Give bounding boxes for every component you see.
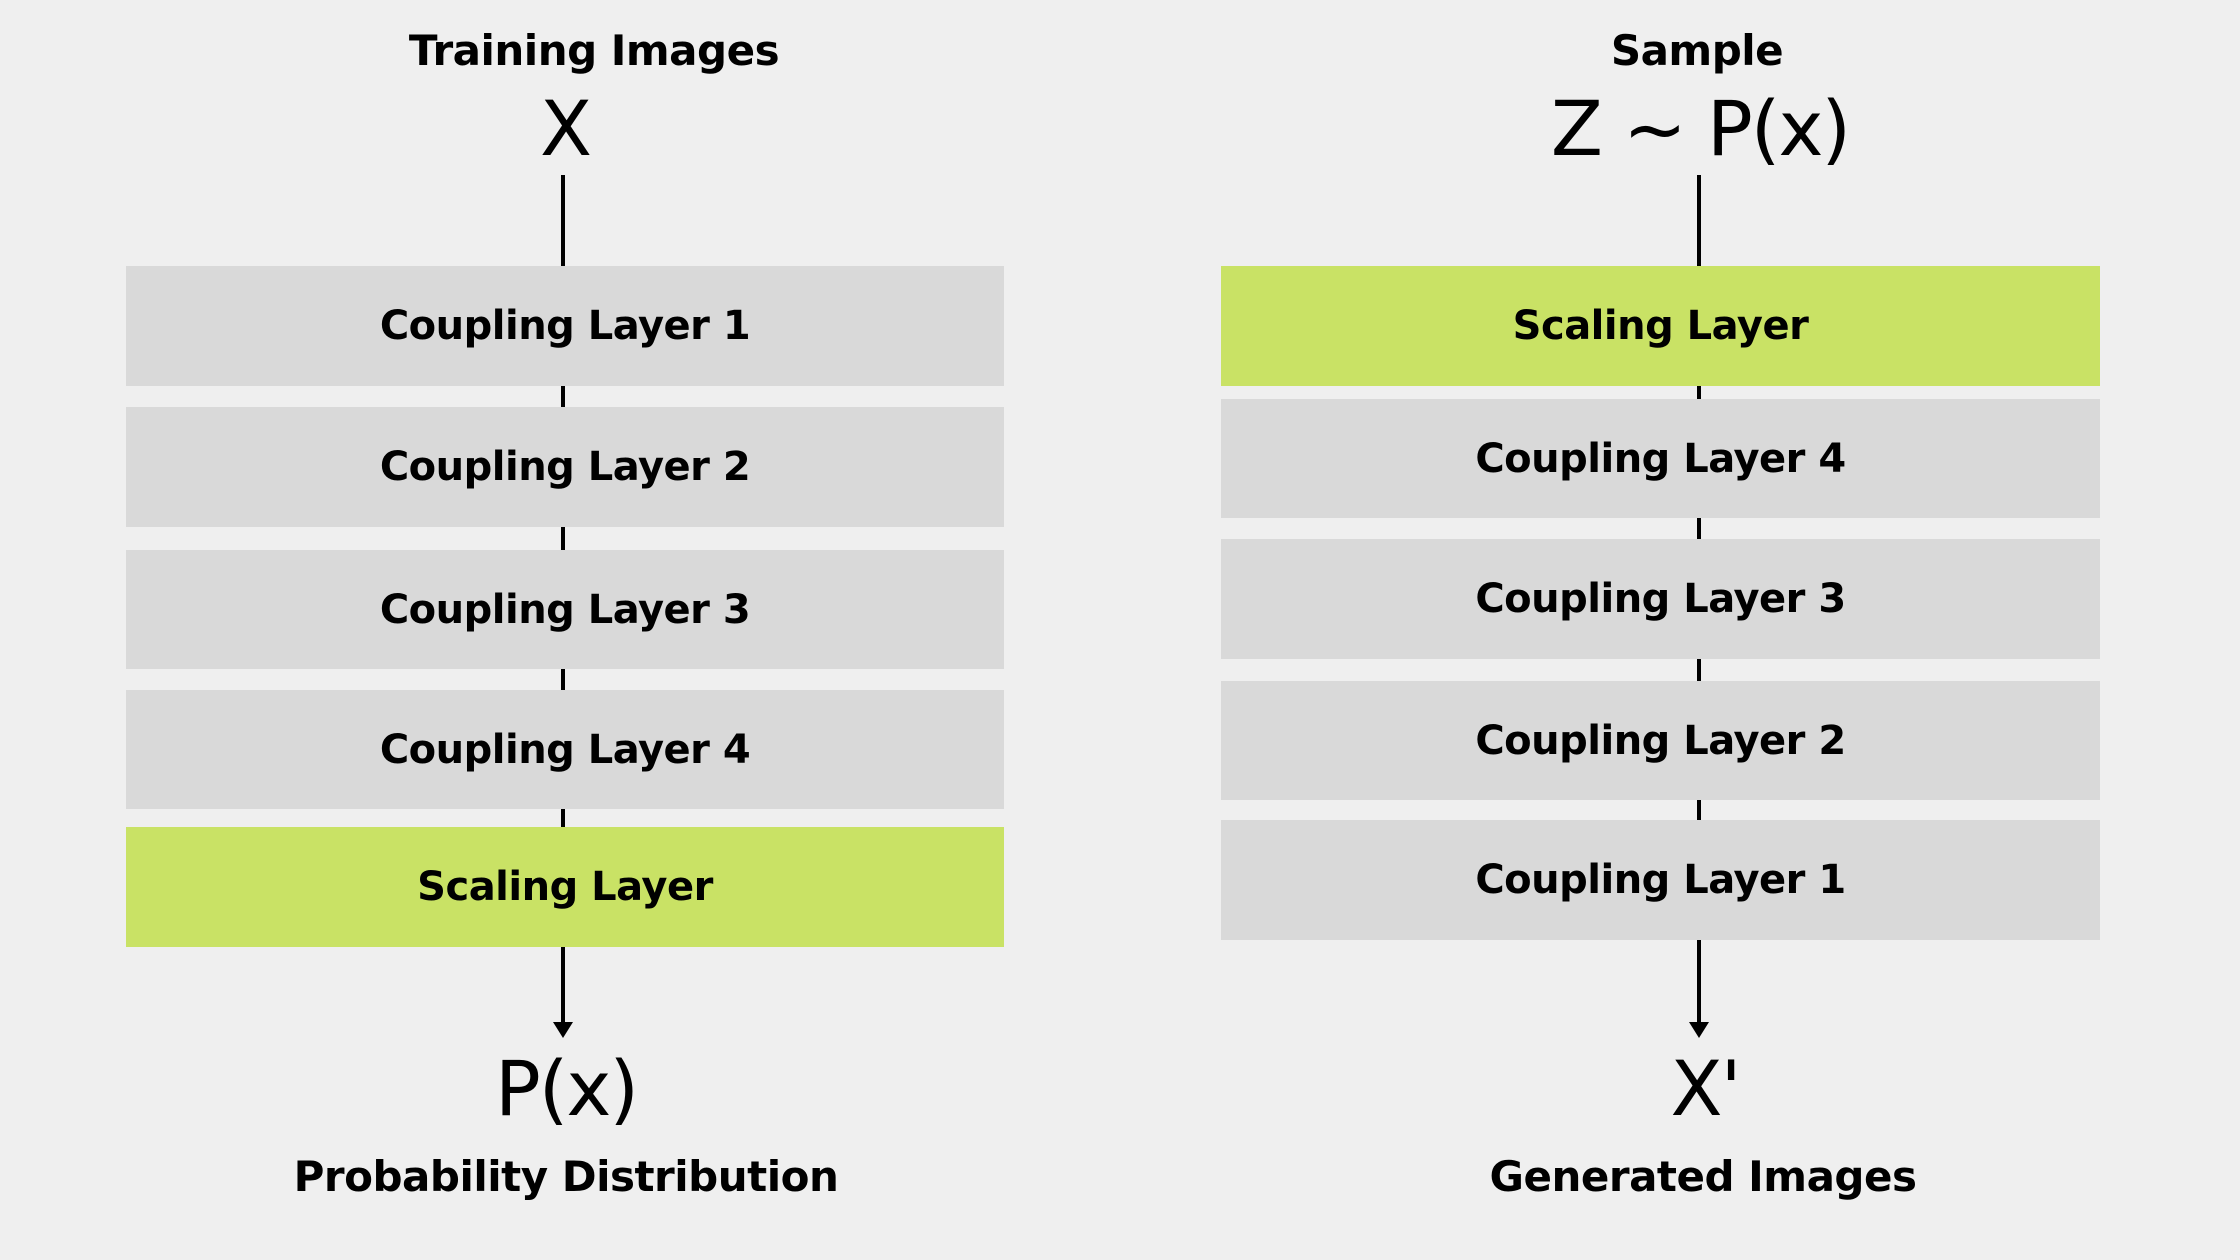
right-layer-scaling: Scaling Layer [1221,266,2100,386]
right-connector-1 [1697,386,1701,399]
right-connector-2 [1697,518,1701,539]
layer-label: Coupling Layer 2 [379,444,751,490]
left-layer-coupling-2: Coupling Layer 2 [126,407,1004,527]
right-title: Sample [1610,26,1784,75]
layer-label: Coupling Layer 2 [1475,717,1846,764]
left-input-connector [561,175,565,266]
left-layer-coupling-3: Coupling Layer 3 [126,550,1004,669]
left-output-label: Probability Distribution [293,1152,839,1201]
layer-label: Coupling Layer 1 [1475,857,1846,903]
left-output-arrow-shaft [561,947,565,1023]
left-input-symbol: X [539,84,592,173]
left-arrow-down-icon [553,1022,573,1038]
left-layer-coupling-1: Coupling Layer 1 [126,266,1004,386]
right-layer-coupling-1: Coupling Layer 1 [1221,820,2100,940]
right-connector-4 [1697,800,1701,820]
right-layer-coupling-2: Coupling Layer 2 [1221,681,2100,800]
layer-label: Scaling Layer [1512,303,1809,349]
left-title: Training Images [408,26,780,75]
layer-label: Coupling Layer 4 [379,726,751,773]
layer-label: Coupling Layer 4 [1475,435,1846,482]
right-output-symbol: X' [1670,1044,1742,1133]
layer-label: Scaling Layer [417,864,713,910]
right-arrow-down-icon [1689,1022,1709,1038]
left-connector-4 [561,809,565,827]
right-output-label: Generated Images [1489,1152,1917,1201]
right-layer-coupling-3: Coupling Layer 3 [1221,539,2100,659]
layer-label: Coupling Layer 1 [379,303,751,349]
right-input-symbol: Z ~ P(x) [1550,84,1851,173]
left-output-symbol: P(x) [494,1044,639,1133]
left-layer-coupling-4: Coupling Layer 4 [126,690,1004,809]
left-connector-1 [561,386,565,407]
layer-label: Coupling Layer 3 [379,586,751,633]
right-layer-coupling-4: Coupling Layer 4 [1221,399,2100,518]
right-connector-3 [1697,659,1701,681]
left-connector-2 [561,527,565,550]
left-layer-scaling: Scaling Layer [126,827,1004,947]
layer-label: Coupling Layer 3 [1475,576,1846,622]
right-input-connector [1697,175,1701,266]
left-connector-3 [561,669,565,690]
right-output-arrow-shaft [1697,940,1701,1023]
